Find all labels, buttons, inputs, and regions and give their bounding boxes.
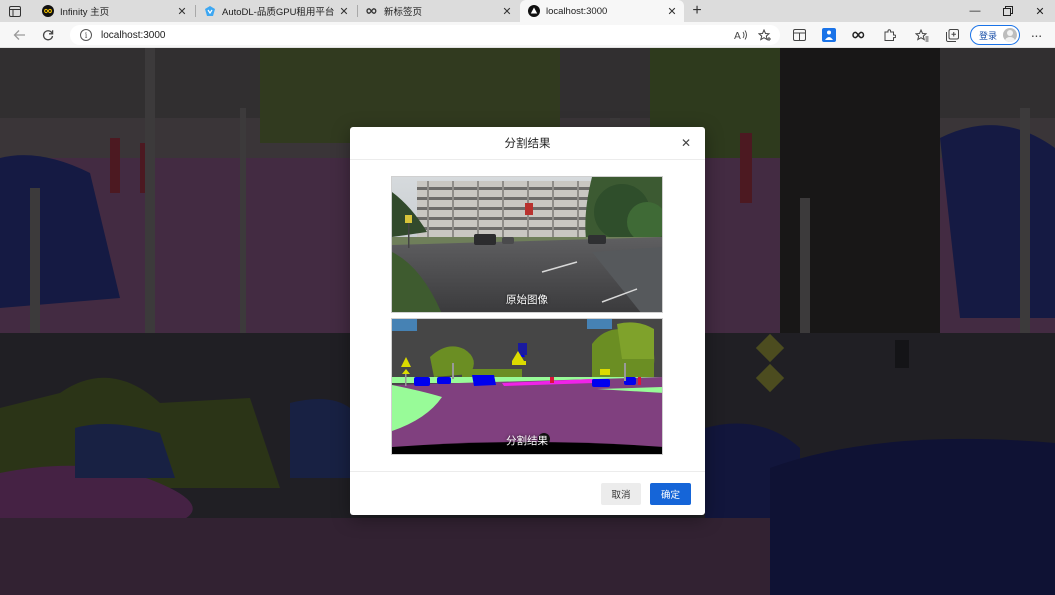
original-image: 原始图像 — [391, 176, 663, 313]
back-arrow-icon[interactable] — [10, 26, 28, 44]
close-icon[interactable]: ✕ — [666, 5, 678, 18]
site-info-icon[interactable]: i — [80, 29, 92, 41]
login-button[interactable]: 登录 — [970, 25, 1020, 45]
svg-text:A: A — [734, 31, 741, 41]
tab-infinity-home[interactable]: Infinity 主页 ✕ — [34, 0, 194, 22]
segmentation-image: 分割结果 — [391, 318, 663, 455]
modal-footer: 取消 确定 — [350, 471, 705, 515]
segmentation-result-dialog: 分割结果 ✕ 原始图像 分割结果 取消 确定 — [350, 127, 705, 515]
close-icon[interactable]: ✕ — [501, 5, 513, 18]
address-bar[interactable]: i localhost:3000 — [70, 25, 780, 45]
close-icon[interactable]: ✕ — [680, 137, 692, 149]
collections-icon[interactable] — [944, 27, 960, 43]
infinity-icon — [366, 5, 378, 17]
tab-title: Infinity 主页 — [60, 7, 110, 18]
login-label: 登录 — [979, 30, 998, 41]
autodl-logo-icon — [204, 5, 216, 17]
app-logo-icon — [528, 5, 540, 17]
tab-bar: Infinity 主页 ✕ AutoDL-品质GPU租用平台-租GPU ✕ 新标… — [0, 0, 1055, 22]
infinity-extension-icon[interactable] — [851, 27, 867, 43]
extension-blue-icon[interactable] — [821, 27, 837, 43]
add-favorite-icon[interactable] — [757, 27, 773, 43]
browser-toolbar: i localhost:3000 A 登录 ··· — [0, 22, 1055, 48]
tab-autodl[interactable]: AutoDL-品质GPU租用平台-租GPU ✕ — [196, 0, 356, 22]
tab-title: 新标签页 — [384, 7, 423, 18]
infinity-icon — [42, 5, 54, 17]
tab-localhost[interactable]: localhost:3000 ✕ — [520, 0, 684, 22]
read-aloud-icon[interactable]: A — [733, 27, 749, 43]
address-url: localhost:3000 — [101, 29, 166, 41]
segmentation-image-caption: 分割结果 — [506, 435, 548, 447]
window-close-icon[interactable]: ✕ — [1025, 0, 1055, 22]
cancel-button[interactable]: 取消 — [601, 483, 641, 505]
avatar — [1003, 28, 1017, 42]
original-image-caption: 原始图像 — [506, 294, 548, 306]
extensions-puzzle-icon[interactable] — [881, 27, 897, 43]
modal-body: 原始图像 分割结果 — [350, 160, 705, 471]
restore-icon[interactable] — [993, 0, 1023, 22]
tab-new-tab[interactable]: 新标签页 ✕ — [358, 0, 519, 22]
tab-title: AutoDL-品质GPU租用平台-租GPU — [222, 7, 334, 18]
modal-title: 分割结果 — [504, 138, 551, 150]
favorites-icon[interactable] — [914, 27, 930, 43]
confirm-button[interactable]: 确定 — [650, 483, 691, 505]
tab-title: localhost:3000 — [546, 5, 608, 17]
more-menu-icon[interactable]: ··· — [1028, 27, 1044, 43]
close-icon[interactable]: ✕ — [176, 5, 188, 18]
refresh-icon[interactable] — [39, 26, 57, 44]
new-tab-button[interactable]: + — [688, 2, 706, 20]
split-screen-icon[interactable] — [791, 27, 807, 43]
modal-header: 分割结果 ✕ — [350, 127, 705, 160]
minimize-icon[interactable]: — — [960, 0, 990, 22]
tab-actions-icon[interactable] — [6, 3, 24, 19]
close-icon[interactable]: ✕ — [338, 5, 350, 18]
